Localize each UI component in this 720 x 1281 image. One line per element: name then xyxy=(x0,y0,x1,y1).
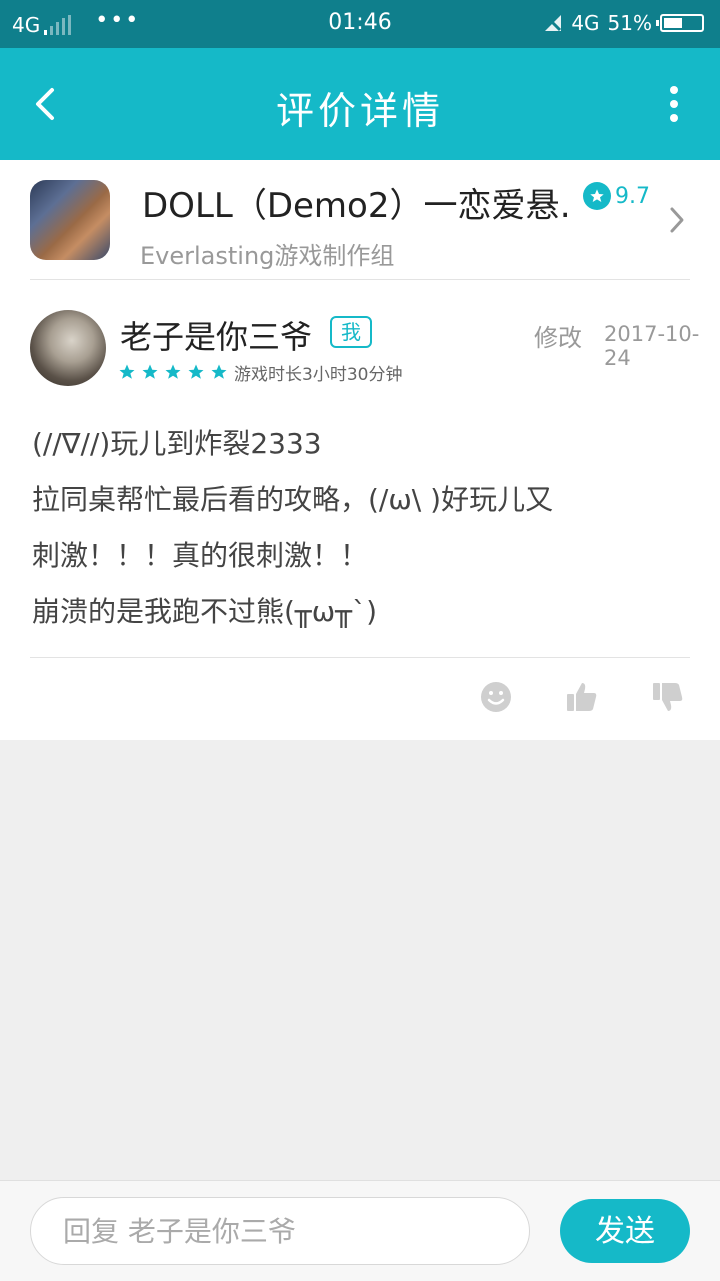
review-stars xyxy=(118,363,228,381)
game-title: DOLL（Demo2）一恋爱悬… xyxy=(142,186,572,226)
chevron-right-icon xyxy=(670,207,684,233)
review-text: (//∇//)玩儿到炸裂2333 拉同桌帮忙最后看的攻略，(/ω\ )好玩儿又 … xyxy=(32,416,692,640)
star-icon xyxy=(211,364,227,379)
send-button[interactable]: 发送 xyxy=(560,1199,690,1263)
game-rating: 9.7 xyxy=(583,182,650,210)
review-line: 拉同桌帮忙最后看的攻略，(/ω\ )好玩儿又 xyxy=(32,483,554,516)
status-bar: 4G ••• 01:46 4G 51% xyxy=(0,0,720,48)
reply-bar: 发送 xyxy=(0,1180,720,1281)
game-developer: Everlasting游戏制作组 xyxy=(140,242,395,270)
app-bar: 评价详情 xyxy=(0,48,720,160)
status-right: 4G 51% xyxy=(543,11,704,35)
page-title: 评价详情 xyxy=(275,89,444,133)
playtime: 游戏时长3小时30分钟 xyxy=(234,365,403,385)
thumbs-down-icon[interactable] xyxy=(651,680,685,714)
review-line: 刺激！！！真的很刺激！！ xyxy=(32,539,369,572)
review-line: (//∇//)玩儿到炸裂2333 xyxy=(32,427,322,460)
game-icon xyxy=(30,180,110,260)
review-actions xyxy=(0,680,720,720)
battery-icon xyxy=(656,14,704,32)
rating-star-icon xyxy=(583,182,611,210)
divider xyxy=(30,657,690,658)
star-icon xyxy=(165,364,181,379)
star-icon xyxy=(119,364,135,379)
avatar[interactable] xyxy=(30,310,106,386)
star-icon xyxy=(188,364,204,379)
emoji-icon[interactable] xyxy=(479,680,513,714)
battery-percent: 51% xyxy=(607,11,652,35)
review-content: DOLL（Demo2）一恋爱悬… Everlasting游戏制作组 9.7 老子… xyxy=(0,160,720,740)
reviewer-name[interactable]: 老子是你三爷 xyxy=(120,312,312,358)
review-line: 崩溃的是我跑不过熊(╥ω╥`) xyxy=(32,595,378,628)
wifi-off-icon xyxy=(545,14,562,32)
me-badge: 我 xyxy=(330,316,372,348)
thumbs-up-icon[interactable] xyxy=(565,680,599,714)
review-date: 2017-10-24 xyxy=(604,322,700,370)
more-vertical-icon[interactable] xyxy=(668,86,680,122)
star-icon xyxy=(142,364,158,379)
divider xyxy=(30,279,690,280)
game-card[interactable]: DOLL（Demo2）一恋爱悬… Everlasting游戏制作组 9.7 xyxy=(0,160,720,280)
reply-input[interactable] xyxy=(30,1197,530,1265)
network-type-right: 4G xyxy=(571,11,600,35)
rating-value: 9.7 xyxy=(615,183,650,209)
edit-button[interactable]: 修改 xyxy=(534,318,582,353)
